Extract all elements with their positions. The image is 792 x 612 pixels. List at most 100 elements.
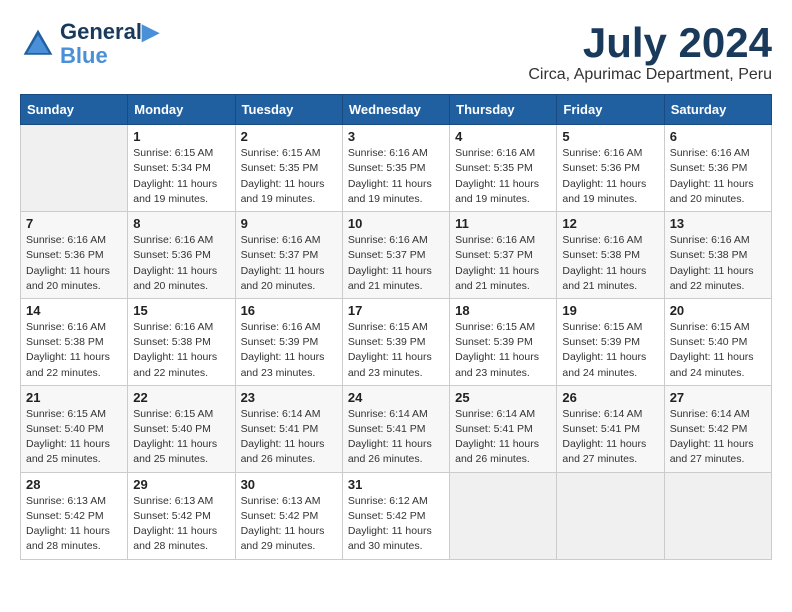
day-info: Sunrise: 6:16 AMSunset: 5:38 PMDaylight:… (26, 320, 122, 381)
calendar-cell: 3 Sunrise: 6:16 AMSunset: 5:35 PMDaylight… (342, 125, 449, 212)
day-number: 27 (670, 390, 766, 405)
logo-text: General▶ Blue (60, 20, 159, 68)
day-header-monday: Monday (128, 95, 235, 125)
day-info: Sunrise: 6:13 AMSunset: 5:42 PMDaylight:… (241, 494, 337, 555)
month-title: July 2024 (528, 20, 772, 66)
day-info: Sunrise: 6:16 AMSunset: 5:36 PMDaylight:… (562, 146, 658, 207)
day-number: 9 (241, 216, 337, 231)
day-number: 23 (241, 390, 337, 405)
day-info: Sunrise: 6:16 AMSunset: 5:37 PMDaylight:… (348, 233, 444, 294)
calendar-cell: 12 Sunrise: 6:16 AMSunset: 5:38 PMDayligh… (557, 212, 664, 299)
calendar-cell: 21Sunrise: 6:15 AMSunset: 5:40 PMDayligh… (21, 385, 128, 472)
day-header-thursday: Thursday (450, 95, 557, 125)
calendar-cell: 30 Sunrise: 6:13 AMSunset: 5:42 PMDayligh… (235, 472, 342, 559)
calendar-cell: 31 Sunrise: 6:12 AMSunset: 5:42 PMDayligh… (342, 472, 449, 559)
calendar-cell (664, 472, 771, 559)
calendar-cell: 28Sunrise: 6:13 AMSunset: 5:42 PMDayligh… (21, 472, 128, 559)
day-number: 6 (670, 129, 766, 144)
calendar-cell: 15Sunrise: 6:16 AMSunset: 5:38 PMDayligh… (128, 298, 235, 385)
day-number: 29 (133, 477, 229, 492)
day-number: 21 (26, 390, 122, 405)
calendar-cell: 5 Sunrise: 6:16 AMSunset: 5:36 PMDaylight… (557, 125, 664, 212)
day-number: 15 (133, 303, 229, 318)
logo-icon (20, 26, 56, 62)
calendar-cell: 8 Sunrise: 6:16 AMSunset: 5:36 PMDaylight… (128, 212, 235, 299)
calendar-cell: 17 Sunrise: 6:15 AMSunset: 5:39 PMDayligh… (342, 298, 449, 385)
day-info: Sunrise: 6:16 AMSunset: 5:36 PMDaylight:… (670, 146, 766, 207)
calendar-cell: 23 Sunrise: 6:14 AMSunset: 5:41 PMDayligh… (235, 385, 342, 472)
day-info: Sunrise: 6:13 AMSunset: 5:42 PMDaylight:… (133, 494, 229, 555)
day-info: Sunrise: 6:12 AMSunset: 5:42 PMDaylight:… (348, 494, 444, 555)
day-info: Sunrise: 6:16 AMSunset: 5:35 PMDaylight:… (348, 146, 444, 207)
day-number: 25 (455, 390, 551, 405)
day-header-sunday: Sunday (21, 95, 128, 125)
day-number: 5 (562, 129, 658, 144)
calendar-week-2: 7Sunrise: 6:16 AMSunset: 5:36 PMDaylight… (21, 212, 772, 299)
day-info: Sunrise: 6:16 AMSunset: 5:38 PMDaylight:… (670, 233, 766, 294)
calendar-cell: 2 Sunrise: 6:15 AMSunset: 5:35 PMDaylight… (235, 125, 342, 212)
day-number: 2 (241, 129, 337, 144)
days-header-row: SundayMondayTuesdayWednesdayThursdayFrid… (21, 95, 772, 125)
day-info: Sunrise: 6:16 AMSunset: 5:38 PMDaylight:… (562, 233, 658, 294)
day-number: 13 (670, 216, 766, 231)
calendar-cell: 19 Sunrise: 6:15 AMSunset: 5:39 PMDayligh… (557, 298, 664, 385)
day-number: 10 (348, 216, 444, 231)
day-number: 11 (455, 216, 551, 231)
day-number: 1 (133, 129, 229, 144)
day-info: Sunrise: 6:15 AMSunset: 5:34 PMDaylight:… (133, 146, 229, 207)
day-info: Sunrise: 6:15 AMSunset: 5:40 PMDaylight:… (133, 407, 229, 468)
logo: General▶ Blue (20, 20, 159, 68)
day-number: 30 (241, 477, 337, 492)
calendar-week-3: 14 Sunrise: 6:16 AMSunset: 5:38 PMDayligh… (21, 298, 772, 385)
calendar-cell: 6 Sunrise: 6:16 AMSunset: 5:36 PMDaylight… (664, 125, 771, 212)
day-number: 20 (670, 303, 766, 318)
day-header-wednesday: Wednesday (342, 95, 449, 125)
calendar-week-4: 21 Sunrise: 6:15 AMSunset: 5:40 PMDayligh… (21, 385, 772, 472)
calendar-cell (557, 472, 664, 559)
calendar-cell: 22Sunrise: 6:15 AMSunset: 5:40 PMDayligh… (128, 385, 235, 472)
day-number: 18 (455, 303, 551, 318)
day-info: Sunrise: 6:15 AMSunset: 5:39 PMDaylight:… (455, 320, 551, 381)
day-number: 19 (562, 303, 658, 318)
calendar-week-5: 28Sunrise: 6:13 AMSunset: 5:42 PMDayligh… (21, 472, 772, 559)
calendar-cell: 24Sunrise: 6:14 AMSunset: 5:41 PMDayligh… (342, 385, 449, 472)
calendar-cell: 10 Sunrise: 6:16 AMSunset: 5:37 PMDayligh… (342, 212, 449, 299)
day-info: Sunrise: 6:16 AMSunset: 5:37 PMDaylight:… (455, 233, 551, 294)
calendar-cell: 25 Sunrise: 6:14 AMSunset: 5:41 PMDayligh… (450, 385, 557, 472)
day-header-saturday: Saturday (664, 95, 771, 125)
day-info: Sunrise: 6:15 AMSunset: 5:39 PMDaylight:… (348, 320, 444, 381)
day-info: Sunrise: 6:13 AMSunset: 5:42 PMDaylight:… (26, 494, 122, 555)
calendar-cell: 4 Sunrise: 6:16 AMSunset: 5:35 PMDaylight… (450, 125, 557, 212)
calendar-cell: 18 Sunrise: 6:15 AMSunset: 5:39 PMDayligh… (450, 298, 557, 385)
day-info: Sunrise: 6:14 AMSunset: 5:42 PMDaylight:… (670, 407, 766, 468)
day-info: Sunrise: 6:14 AMSunset: 5:41 PMDaylight:… (562, 407, 658, 468)
calendar-cell: 16Sunrise: 6:16 AMSunset: 5:39 PMDayligh… (235, 298, 342, 385)
day-info: Sunrise: 6:14 AMSunset: 5:41 PMDaylight:… (455, 407, 551, 468)
day-info: Sunrise: 6:16 AMSunset: 5:39 PMDaylight:… (241, 320, 337, 381)
day-info: Sunrise: 6:15 AMSunset: 5:39 PMDaylight:… (562, 320, 658, 381)
day-header-tuesday: Tuesday (235, 95, 342, 125)
calendar-cell: 1 Sunrise: 6:15 AMSunset: 5:34 PMDaylight… (128, 125, 235, 212)
calendar-cell: 13 Sunrise: 6:16 AMSunset: 5:38 PMDayligh… (664, 212, 771, 299)
day-info: Sunrise: 6:16 AMSunset: 5:37 PMDaylight:… (241, 233, 337, 294)
day-info: Sunrise: 6:15 AMSunset: 5:35 PMDaylight:… (241, 146, 337, 207)
day-number: 4 (455, 129, 551, 144)
day-info: Sunrise: 6:15 AMSunset: 5:40 PMDaylight:… (670, 320, 766, 381)
day-number: 3 (348, 129, 444, 144)
day-info: Sunrise: 6:16 AMSunset: 5:35 PMDaylight:… (455, 146, 551, 207)
day-number: 14 (26, 303, 122, 318)
subtitle: Circa, Apurimac Department, Peru (528, 66, 772, 84)
title-area: July 2024 Circa, Apurimac Department, Pe… (528, 20, 772, 84)
day-number: 12 (562, 216, 658, 231)
calendar-cell: 11 Sunrise: 6:16 AMSunset: 5:37 PMDayligh… (450, 212, 557, 299)
day-number: 8 (133, 216, 229, 231)
day-info: Sunrise: 6:14 AMSunset: 5:41 PMDaylight:… (241, 407, 337, 468)
day-info: Sunrise: 6:16 AMSunset: 5:36 PMDaylight:… (133, 233, 229, 294)
day-number: 31 (348, 477, 444, 492)
calendar-cell (21, 125, 128, 212)
calendar-cell: 7Sunrise: 6:16 AMSunset: 5:36 PMDaylight… (21, 212, 128, 299)
day-info: Sunrise: 6:14 AMSunset: 5:41 PMDaylight:… (348, 407, 444, 468)
calendar-table: SundayMondayTuesdayWednesdayThursdayFrid… (20, 94, 772, 559)
day-header-friday: Friday (557, 95, 664, 125)
day-number: 17 (348, 303, 444, 318)
